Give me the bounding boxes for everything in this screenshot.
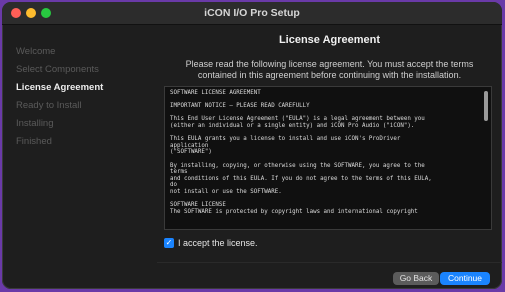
license-text: SOFTWARE LICENSE AGREEMENT IMPORTANT NOT… bbox=[170, 90, 432, 215]
window-title: iCON I/O Pro Setup bbox=[204, 7, 300, 19]
step-select-components: Select Components bbox=[16, 64, 99, 75]
title-bar: iCON I/O Pro Setup bbox=[2, 2, 502, 25]
page-title: License Agreement bbox=[278, 34, 381, 46]
accept-license-checkbox[interactable]: ✓ bbox=[164, 238, 174, 248]
step-installing: Installing bbox=[16, 118, 54, 129]
step-welcome: Welcome bbox=[16, 46, 56, 57]
intro-text: Please read the following license agreem… bbox=[185, 59, 474, 80]
footer-divider bbox=[157, 262, 502, 263]
license-text-area[interactable]: SOFTWARE LICENSE AGREEMENT IMPORTANT NOT… bbox=[164, 86, 492, 230]
step-license-agreement: License Agreement bbox=[16, 82, 104, 93]
steps-sidebar: Welcome Select Components License Agreem… bbox=[2, 25, 157, 289]
continue-button[interactable]: Continue bbox=[440, 272, 490, 285]
accept-license-label[interactable]: I accept the license. bbox=[178, 238, 258, 248]
main-panel: License Agreement Please read the follow… bbox=[157, 25, 502, 289]
accept-license-row[interactable]: ✓ I accept the license. bbox=[164, 238, 258, 248]
installer-window: iCON I/O Pro Setup Welcome Select Compon… bbox=[2, 2, 502, 289]
step-finished: Finished bbox=[16, 136, 52, 147]
license-scrollbar[interactable] bbox=[484, 91, 488, 121]
go-back-button[interactable]: Go Back bbox=[393, 272, 439, 285]
step-ready-to-install: Ready to Install bbox=[16, 100, 82, 111]
